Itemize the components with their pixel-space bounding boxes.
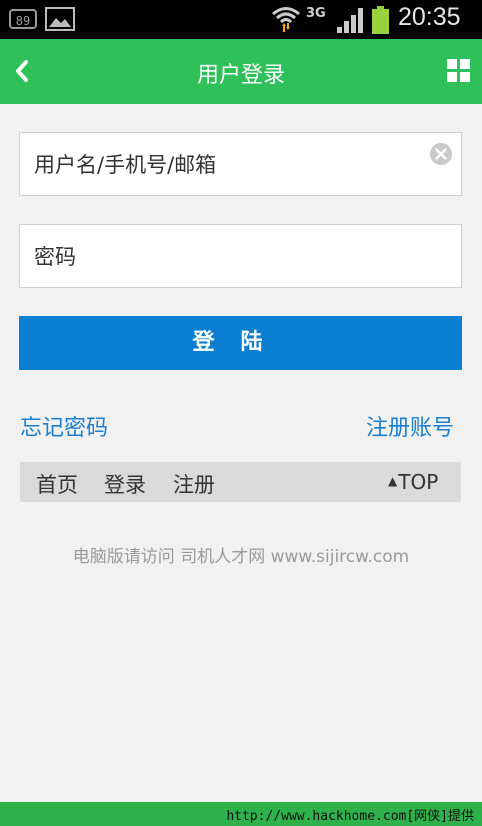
clear-icon[interactable] (430, 143, 452, 165)
password-input[interactable] (32, 225, 426, 289)
watermark: http://www.hackhome.com[网侠]提供 (226, 809, 474, 824)
username-field (19, 132, 462, 197)
desktop-version-note: 电脑版请访问 司机人才网 www.sijircw.com (72, 547, 410, 567)
app-header: 用户登录 (0, 39, 482, 104)
gallery-icon (45, 7, 75, 31)
username-input[interactable] (32, 133, 426, 197)
password-field (19, 224, 462, 289)
back-to-top-button[interactable]: ▲TOP (388, 470, 438, 494)
wifi-icon (272, 7, 300, 32)
notification-count-icon: 89 (9, 9, 37, 29)
forgot-password-link[interactable]: 忘记密码 (20, 410, 108, 442)
nav-item-register[interactable]: 注册 (173, 469, 215, 499)
back-to-top-label: TOP (398, 470, 439, 494)
bottom-strip: http://www.hackhome.com[网侠]提供 (0, 802, 482, 826)
page-title: 用户登录 (196, 63, 285, 88)
battery-icon (372, 6, 389, 34)
login-button[interactable]: 登陆 (19, 316, 462, 370)
signal-icon (337, 8, 363, 33)
nav-item-home[interactable]: 首页 (36, 469, 78, 499)
clock: 20:35 (398, 3, 461, 31)
triangle-up-icon: ▲ (388, 474, 398, 488)
register-link[interactable]: 注册账号 (366, 410, 454, 442)
nav-item-login[interactable]: 登录 (104, 469, 146, 499)
status-bar: 89 3G 20:35 (0, 0, 482, 39)
grid-icon[interactable] (447, 59, 471, 83)
bottom-nav: 首页 登录 注册 ▲TOP (20, 462, 461, 502)
network-type-label: 3G (306, 6, 326, 21)
